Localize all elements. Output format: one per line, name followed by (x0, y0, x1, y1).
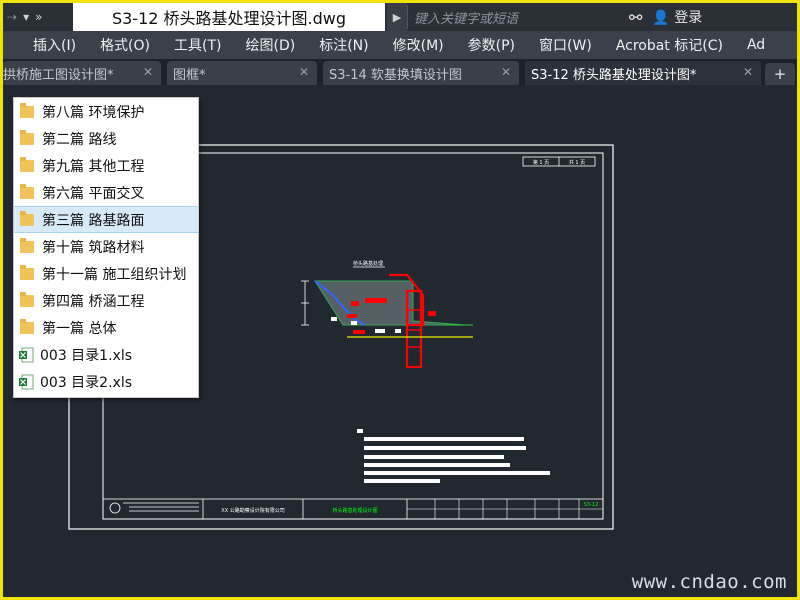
tab-label: S3-12 桥头路基处理设计图* (531, 67, 697, 83)
list-item[interactable]: 第六篇 平面交叉 (14, 179, 198, 206)
close-icon[interactable]: ✕ (743, 65, 753, 79)
folder-icon (20, 183, 34, 199)
folder-icon (20, 156, 34, 172)
undo-arrow-icon[interactable]: ⇢ (7, 10, 17, 24)
folder-icon (20, 102, 34, 118)
list-item[interactable]: 第二篇 路线 (14, 125, 198, 152)
list-item-selected[interactable]: 第三篇 路基路面 (14, 206, 198, 233)
search-input[interactable]: 键入关键字或短语 (407, 5, 623, 29)
watermark-text: www.cndao.com (631, 571, 787, 593)
binoculars-icon[interactable]: ⚯ (629, 8, 642, 27)
user-icon: 👤 (652, 10, 670, 26)
list-item[interactable]: 第八篇 环境保护 (14, 98, 198, 125)
embankment-fill (314, 280, 466, 326)
folder-icon (20, 264, 34, 280)
list-item-label: 第九篇 其他工程 (42, 158, 145, 175)
drawing-title-text: 桥头路基处理设计图 (332, 507, 377, 514)
close-icon[interactable]: ✕ (299, 65, 309, 79)
search-expand-button[interactable]: ▶ (387, 3, 407, 31)
list-item-label: 003 目录1.xls (40, 347, 132, 364)
list-item-label: 第三篇 路基路面 (42, 212, 145, 229)
tab-label: 拱桥施工图设计图* (3, 67, 114, 83)
close-icon[interactable]: ✕ (501, 65, 511, 79)
list-item[interactable]: 第十篇 筑路材料 (14, 233, 198, 260)
document-tab-bar: 拱桥施工图设计图* ✕ 图框* ✕ S3-14 软基换填设计图 ✕ S3-12 … (3, 59, 797, 85)
list-item-label: 第四篇 桥涵工程 (42, 293, 145, 310)
excel-file-icon (19, 347, 34, 362)
close-icon[interactable]: ✕ (143, 65, 153, 79)
tab-s3-12[interactable]: S3-12 桥头路基处理设计图* ✕ (525, 61, 761, 85)
list-item[interactable]: 003 目录1.xls (14, 341, 198, 368)
menu-modify[interactable]: 修改(M) (381, 35, 456, 55)
menu-draw[interactable]: 绘图(D) (234, 35, 308, 55)
list-item-label: 第一篇 总体 (42, 320, 117, 337)
list-item[interactable]: 第一篇 总体 (14, 314, 198, 341)
tab-s3-14[interactable]: S3-14 软基换填设计图 ✕ (323, 61, 519, 85)
list-item[interactable]: 003 目录2.xls (14, 368, 198, 395)
folder-icon (20, 237, 34, 253)
drawing-canvas[interactable]: 第 1 页 共 1 页 桥头路基处理 XX 公路勘察设计院有限公司 桥头路基处理… (3, 85, 797, 597)
menu-bar: 插入(I) 格式(O) 工具(T) 绘图(D) 标注(N) 修改(M) 参数(P… (3, 31, 797, 59)
list-item-label: 第六篇 平面交叉 (42, 185, 145, 202)
tab-frame[interactable]: 图框* ✕ (167, 61, 317, 85)
tab-label: 图框* (173, 67, 206, 83)
menu-tools[interactable]: 工具(T) (162, 35, 233, 55)
login-button[interactable]: 👤 登录 (652, 7, 702, 27)
app-window: ⇢ ▾ » S3-12 桥头路基处理设计图.dwg ▶ 键入关键字或短语 ⚯ 👤… (3, 3, 797, 597)
drawing-code-text: S3-12 (584, 502, 599, 508)
menu-ad[interactable]: Ad (735, 37, 777, 53)
list-item-label: 第十一篇 施工组织计划 (42, 266, 187, 283)
title-bar-right: ⚯ 👤 登录 (629, 3, 702, 31)
red-mark (365, 298, 387, 303)
company-logo (109, 502, 121, 514)
menu-window[interactable]: 窗口(W) (527, 35, 604, 55)
quick-access-more-button[interactable]: » (35, 10, 42, 24)
note-line (364, 437, 524, 441)
quick-access-toolbar[interactable]: ⇢ ▾ » (3, 3, 73, 31)
tab-label: S3-14 软基换填设计图 (329, 67, 462, 83)
menu-insert[interactable]: 插入(I) (3, 35, 88, 55)
list-item[interactable]: 第九篇 其他工程 (14, 152, 198, 179)
login-label: 登录 (674, 10, 703, 26)
list-item-label: 003 目录2.xls (40, 374, 132, 391)
document-title: S3-12 桥头路基处理设计图.dwg (73, 3, 385, 31)
sheet-total-text: 共 1 页 (569, 159, 585, 166)
folder-icon (20, 210, 34, 226)
folder-icon (20, 129, 34, 145)
file-dropdown-list: 第八篇 环境保护 第二篇 路线 第九篇 其他工程 第六篇 平面交叉 第三篇 路基… (13, 97, 199, 398)
company-name-text: XX 公路勘察设计院有限公司 (221, 507, 284, 514)
list-item[interactable]: 第十一篇 施工组织计划 (14, 260, 198, 287)
sheet-no-text: 第 1 页 (533, 159, 549, 166)
list-item-label: 第二篇 路线 (42, 131, 117, 148)
menu-format[interactable]: 格式(O) (88, 35, 162, 55)
notes-marker (357, 429, 363, 433)
dropdown-arrow-icon[interactable]: ▾ (23, 10, 29, 24)
folder-icon (20, 291, 34, 307)
new-tab-button[interactable]: + (765, 63, 795, 85)
list-item[interactable]: 第四篇 桥涵工程 (14, 287, 198, 314)
list-item-label: 第八篇 环境保护 (42, 104, 145, 121)
menu-dimension[interactable]: 标注(N) (307, 35, 380, 55)
excel-file-icon (19, 374, 34, 389)
section-title-text: 桥头路基处理 (353, 260, 383, 267)
menu-acrobat-markup[interactable]: Acrobat 标记(C) (604, 35, 735, 55)
title-bar: ⇢ ▾ » S3-12 桥头路基处理设计图.dwg ▶ 键入关键字或短语 ⚯ 👤… (3, 3, 797, 31)
menu-parameters[interactable]: 参数(P) (456, 35, 527, 55)
list-item-label: 第十篇 筑路材料 (42, 239, 145, 256)
tab-arch-bridge[interactable]: 拱桥施工图设计图* ✕ (3, 61, 161, 85)
folder-icon (20, 318, 34, 334)
